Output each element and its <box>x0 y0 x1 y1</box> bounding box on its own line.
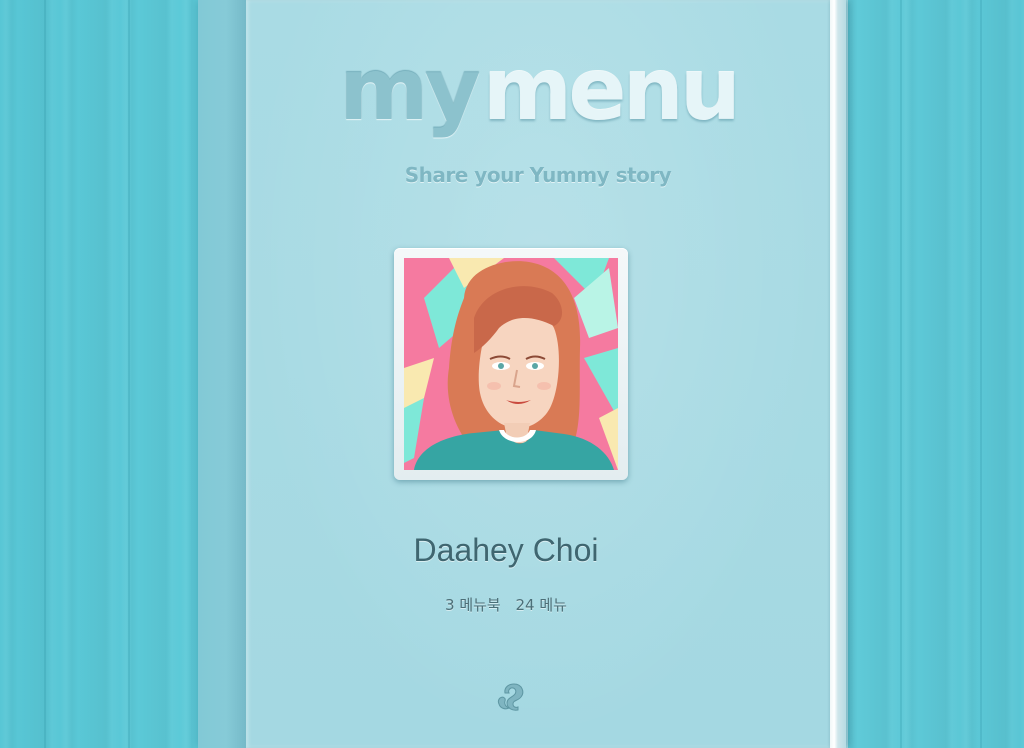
squirrel-logo-icon <box>497 683 524 711</box>
user-stats: 3 메뉴북 24 메뉴 <box>246 594 766 615</box>
logo-my-text: my <box>338 40 481 140</box>
menu-count: 24 메뉴 <box>515 596 567 614</box>
wood-plank-seam <box>128 0 130 748</box>
profile-photo-frame[interactable] <box>394 248 628 480</box>
tagline: Share your Yummy story <box>404 163 672 187</box>
app-logo: mymenu <box>246 40 830 140</box>
wood-plank-seam <box>44 0 46 748</box>
profile-photo <box>404 258 618 470</box>
menubook-count: 3 메뉴북 <box>445 596 501 614</box>
logo-menu-text: menu <box>482 40 741 140</box>
portrait-illustration-icon <box>404 258 618 470</box>
book-page-edge <box>828 0 846 748</box>
wood-plank-seam <box>900 0 902 748</box>
book-spine <box>226 0 246 748</box>
menu-book-cover[interactable]: mymenu Share your Yummy story Daahey Cho… <box>246 0 830 748</box>
wood-plank-seam <box>980 0 982 748</box>
user-name: Daahey Choi <box>413 532 599 568</box>
app-screen: mymenu Share your Yummy story Daahey Cho… <box>0 0 1024 748</box>
